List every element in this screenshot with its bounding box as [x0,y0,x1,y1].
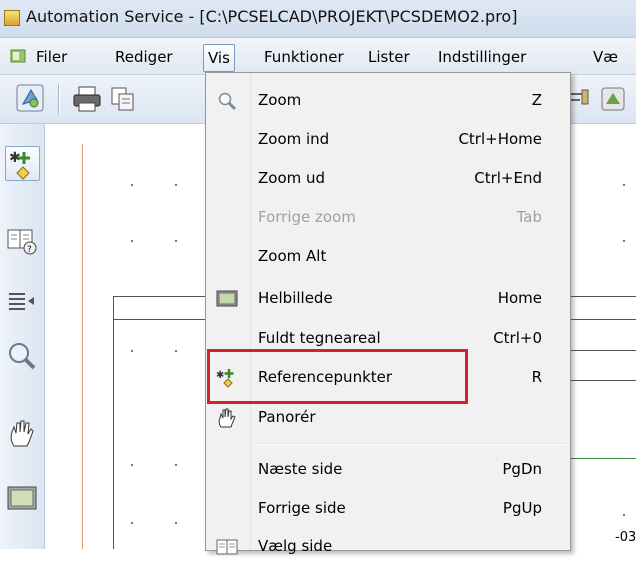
grid-dot [175,184,177,186]
wire-line [569,296,636,297]
wire-line [569,458,636,459]
grid-dot [623,514,625,516]
toolbar-separator [58,84,59,114]
wire-line [113,296,114,549]
reference-points-tool-icon[interactable]: ✱ [5,146,40,181]
menu-item-zoom-alt[interactable]: Zoom Alt [206,241,570,273]
grid-dot [131,184,133,186]
grid-dot [175,522,177,524]
pan-hand-icon[interactable] [6,418,38,450]
zoom-magnifier-icon[interactable] [6,340,38,372]
highlight-annotation [207,349,468,404]
menu-indstillinger[interactable]: Indstillinger [434,44,530,70]
grid-dot [175,350,177,352]
window-title: Automation Service - [C:\PCSELCAD\PROJEK… [26,7,518,26]
wire-line [113,319,208,320]
monitor-icon [216,289,238,309]
wire-line [569,350,636,351]
wire-line [113,296,208,297]
menu-item-zoom[interactable]: Zoom Z [206,85,570,117]
grid-dot [623,184,625,186]
grid-dot [623,240,625,242]
menu-separator [254,443,566,445]
menu-vis[interactable]: Vis [203,44,235,72]
wire-line [569,380,636,381]
magnifier-icon [216,91,238,111]
full-image-icon[interactable] [6,482,38,514]
wire-line [569,319,636,320]
grid-dot [175,240,177,242]
menu-item-panorer[interactable]: Panorér [206,402,570,434]
project-icon[interactable] [14,82,46,114]
title-bar: Automation Service - [C:\PCSELCAD\PROJEK… [0,0,636,38]
grid-dot [131,522,133,524]
menu-truncated[interactable]: Væ [589,44,622,70]
hand-icon [216,408,238,428]
svg-text:?: ? [27,245,32,255]
copy-icon[interactable] [108,84,140,114]
canvas-label: -03 [615,530,636,545]
menu-item-helbillede[interactable]: Helbillede Home [206,283,570,315]
menu-item-vaelg-side[interactable]: Vælg side [206,531,570,563]
menu-filer[interactable]: Filer [32,44,71,70]
print-icon[interactable] [71,84,103,114]
grid-dot [175,464,177,466]
list-arrow-icon[interactable] [6,286,38,318]
grid-dot [131,350,133,352]
book-icon [216,537,238,557]
vis-menu-dropdown: Zoom Z Zoom ind Ctrl+Home Zoom ud Ctrl+E… [205,72,571,555]
menubar-app-icon [10,48,26,64]
menu-funktioner[interactable]: Funktioner [260,44,348,70]
menu-rediger[interactable]: Rediger [111,44,177,70]
menu-item-forrige-side[interactable]: Forrige side PgUp [206,493,570,525]
menu-item-forrige-zoom[interactable]: Forrige zoom Tab [206,202,570,234]
help-book-icon[interactable]: ? [6,224,38,256]
grid-dot [131,464,133,466]
menu-item-zoom-ind[interactable]: Zoom ind Ctrl+Home [206,124,570,156]
tool2-icon[interactable] [600,84,630,114]
grid-dot [131,240,133,242]
menu-item-zoom-ud[interactable]: Zoom ud Ctrl+End [206,163,570,195]
app-icon [4,10,20,26]
menu-item-naeste-side[interactable]: Næste side PgDn [206,454,570,486]
frame-line [82,144,83,549]
menu-lister[interactable]: Lister [364,44,414,70]
tool-icon[interactable] [568,84,592,114]
